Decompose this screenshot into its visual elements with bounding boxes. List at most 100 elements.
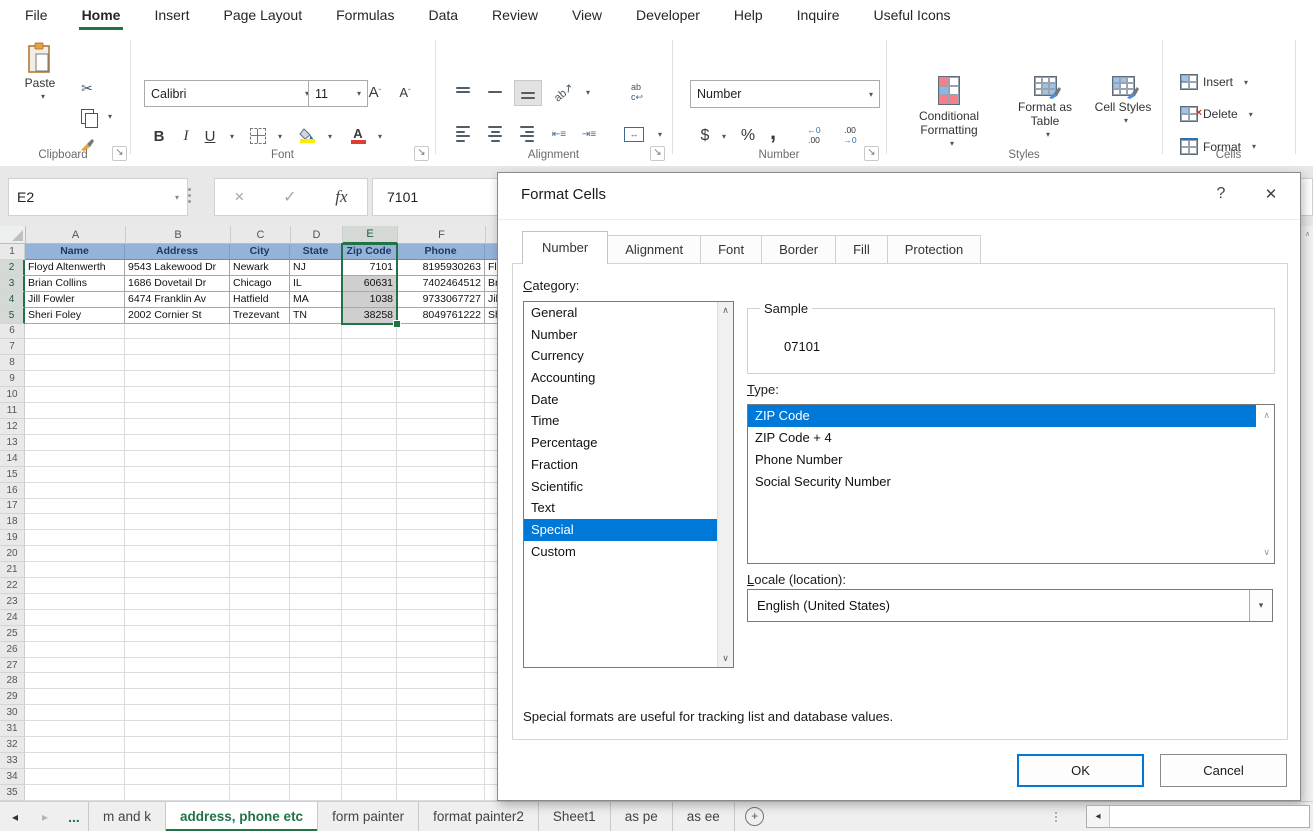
cell-E32[interactable] [342, 737, 397, 753]
sheet-tab-overflow[interactable]: ... [60, 802, 89, 831]
bold-button[interactable]: B [148, 124, 170, 148]
cell-B19[interactable] [125, 530, 230, 546]
cell-F33[interactable] [397, 753, 485, 769]
cell-F6[interactable] [397, 324, 485, 340]
cell-B30[interactable] [125, 705, 230, 721]
cell-E31[interactable] [342, 721, 397, 737]
cell-F28[interactable] [397, 673, 485, 689]
cell-C28[interactable] [230, 673, 290, 689]
cell-D24[interactable] [290, 610, 342, 626]
cell-F1[interactable]: Phone [397, 244, 485, 260]
copy-button[interactable] [76, 106, 98, 126]
cell-B31[interactable] [125, 721, 230, 737]
cell-G3[interactable]: Br [485, 276, 497, 292]
align-right-button[interactable] [514, 122, 540, 146]
cell-D7[interactable] [290, 339, 342, 355]
category-item-text[interactable]: Text [524, 497, 717, 519]
locale-dropdown[interactable]: English (United States) ▾ [747, 589, 1273, 622]
cell-styles-button[interactable]: Cell Styles ▾ [1088, 76, 1158, 128]
cell-D32[interactable] [290, 737, 342, 753]
row-header-8[interactable]: 8 [0, 355, 25, 371]
dialog-tab-protection[interactable]: Protection [887, 235, 982, 264]
cancel-entry-icon[interactable]: × [234, 187, 244, 207]
cell-E10[interactable] [342, 387, 397, 403]
cell-G10[interactable] [485, 387, 497, 403]
cell-C4[interactable]: Hatfield [230, 292, 290, 308]
dialog-tab-border[interactable]: Border [761, 235, 836, 264]
cell-D15[interactable] [290, 467, 342, 483]
format-as-table-button[interactable]: Format as Table ▾ [1004, 76, 1086, 142]
ribbon-tab-inquire[interactable]: Inquire [780, 0, 857, 30]
cell-D33[interactable] [290, 753, 342, 769]
cell-E24[interactable] [342, 610, 397, 626]
cell-D8[interactable] [290, 355, 342, 371]
cell-C25[interactable] [230, 626, 290, 642]
cell-G8[interactable] [485, 355, 497, 371]
cell-C14[interactable] [230, 451, 290, 467]
row-header-23[interactable]: 23 [0, 594, 25, 610]
category-item-fraction[interactable]: Fraction [524, 454, 717, 476]
cell-E29[interactable] [342, 689, 397, 705]
borders-button[interactable] [246, 124, 270, 148]
cell-C8[interactable] [230, 355, 290, 371]
cell-C6[interactable] [230, 324, 290, 340]
row-header-18[interactable]: 18 [0, 514, 25, 530]
cell-E7[interactable] [342, 339, 397, 355]
cell-E18[interactable] [342, 514, 397, 530]
tabbar-splitter[interactable] [1049, 802, 1063, 831]
cell-A33[interactable] [25, 753, 125, 769]
cell-F23[interactable] [397, 594, 485, 610]
cell-D2[interactable]: NJ [290, 260, 342, 276]
category-item-general[interactable]: General [524, 302, 717, 324]
cell-F12[interactable] [397, 419, 485, 435]
paste-chevron-icon[interactable]: ▾ [41, 90, 45, 104]
borders-chevron-icon[interactable]: ▾ [278, 132, 282, 141]
select-all-corner[interactable] [0, 226, 26, 244]
cell-F29[interactable] [397, 689, 485, 705]
cell-A29[interactable] [25, 689, 125, 705]
cell-A18[interactable] [25, 514, 125, 530]
cell-C17[interactable] [230, 499, 290, 515]
type-item-phone-number[interactable]: Phone Number [748, 449, 1256, 471]
category-item-custom[interactable]: Custom [524, 541, 717, 563]
cell-F22[interactable] [397, 578, 485, 594]
cell-B28[interactable] [125, 673, 230, 689]
cell-A1[interactable]: Name [25, 244, 125, 260]
cell-C3[interactable]: Chicago [230, 276, 290, 292]
cell-A8[interactable] [25, 355, 125, 371]
copy-chevron-icon[interactable]: ▾ [108, 112, 112, 121]
cell-D5[interactable]: TN [290, 308, 342, 324]
increase-indent-button[interactable]: ⇥≡ [576, 122, 602, 146]
cell-F30[interactable] [397, 705, 485, 721]
conditional-formatting-button[interactable]: Conditional Formatting ▾ [896, 76, 1002, 151]
type-item-zip-code[interactable]: ZIP Code [748, 405, 1256, 427]
cell-A15[interactable] [25, 467, 125, 483]
cell-A32[interactable] [25, 737, 125, 753]
cell-E13[interactable] [342, 435, 397, 451]
cell-A19[interactable] [25, 530, 125, 546]
cell-B14[interactable] [125, 451, 230, 467]
row-header-29[interactable]: 29 [0, 689, 25, 705]
cell-C19[interactable] [230, 530, 290, 546]
cell-D11[interactable] [290, 403, 342, 419]
new-sheet-button[interactable]: + [735, 802, 775, 831]
cell-C11[interactable] [230, 403, 290, 419]
cell-F3[interactable]: 7402464512 [397, 276, 485, 292]
cell-C33[interactable] [230, 753, 290, 769]
underline-button[interactable]: U [200, 124, 220, 148]
cell-C24[interactable] [230, 610, 290, 626]
hscroll-thumb[interactable] [1110, 806, 1309, 827]
column-header-e[interactable]: E [343, 226, 398, 244]
wrap-text-button[interactable]: abc↩ [622, 78, 652, 106]
cell-C1[interactable]: City [230, 244, 290, 260]
cell-G5[interactable]: Sh [485, 308, 497, 324]
cell-F20[interactable] [397, 546, 485, 562]
cell-A31[interactable] [25, 721, 125, 737]
row-header-7[interactable]: 7 [0, 339, 25, 355]
cell-D17[interactable] [290, 499, 342, 515]
cell-D4[interactable]: MA [290, 292, 342, 308]
bottom-align-button[interactable] [514, 80, 542, 106]
cell-E28[interactable] [342, 673, 397, 689]
cell-G17[interactable] [485, 499, 497, 515]
cell-D34[interactable] [290, 769, 342, 785]
